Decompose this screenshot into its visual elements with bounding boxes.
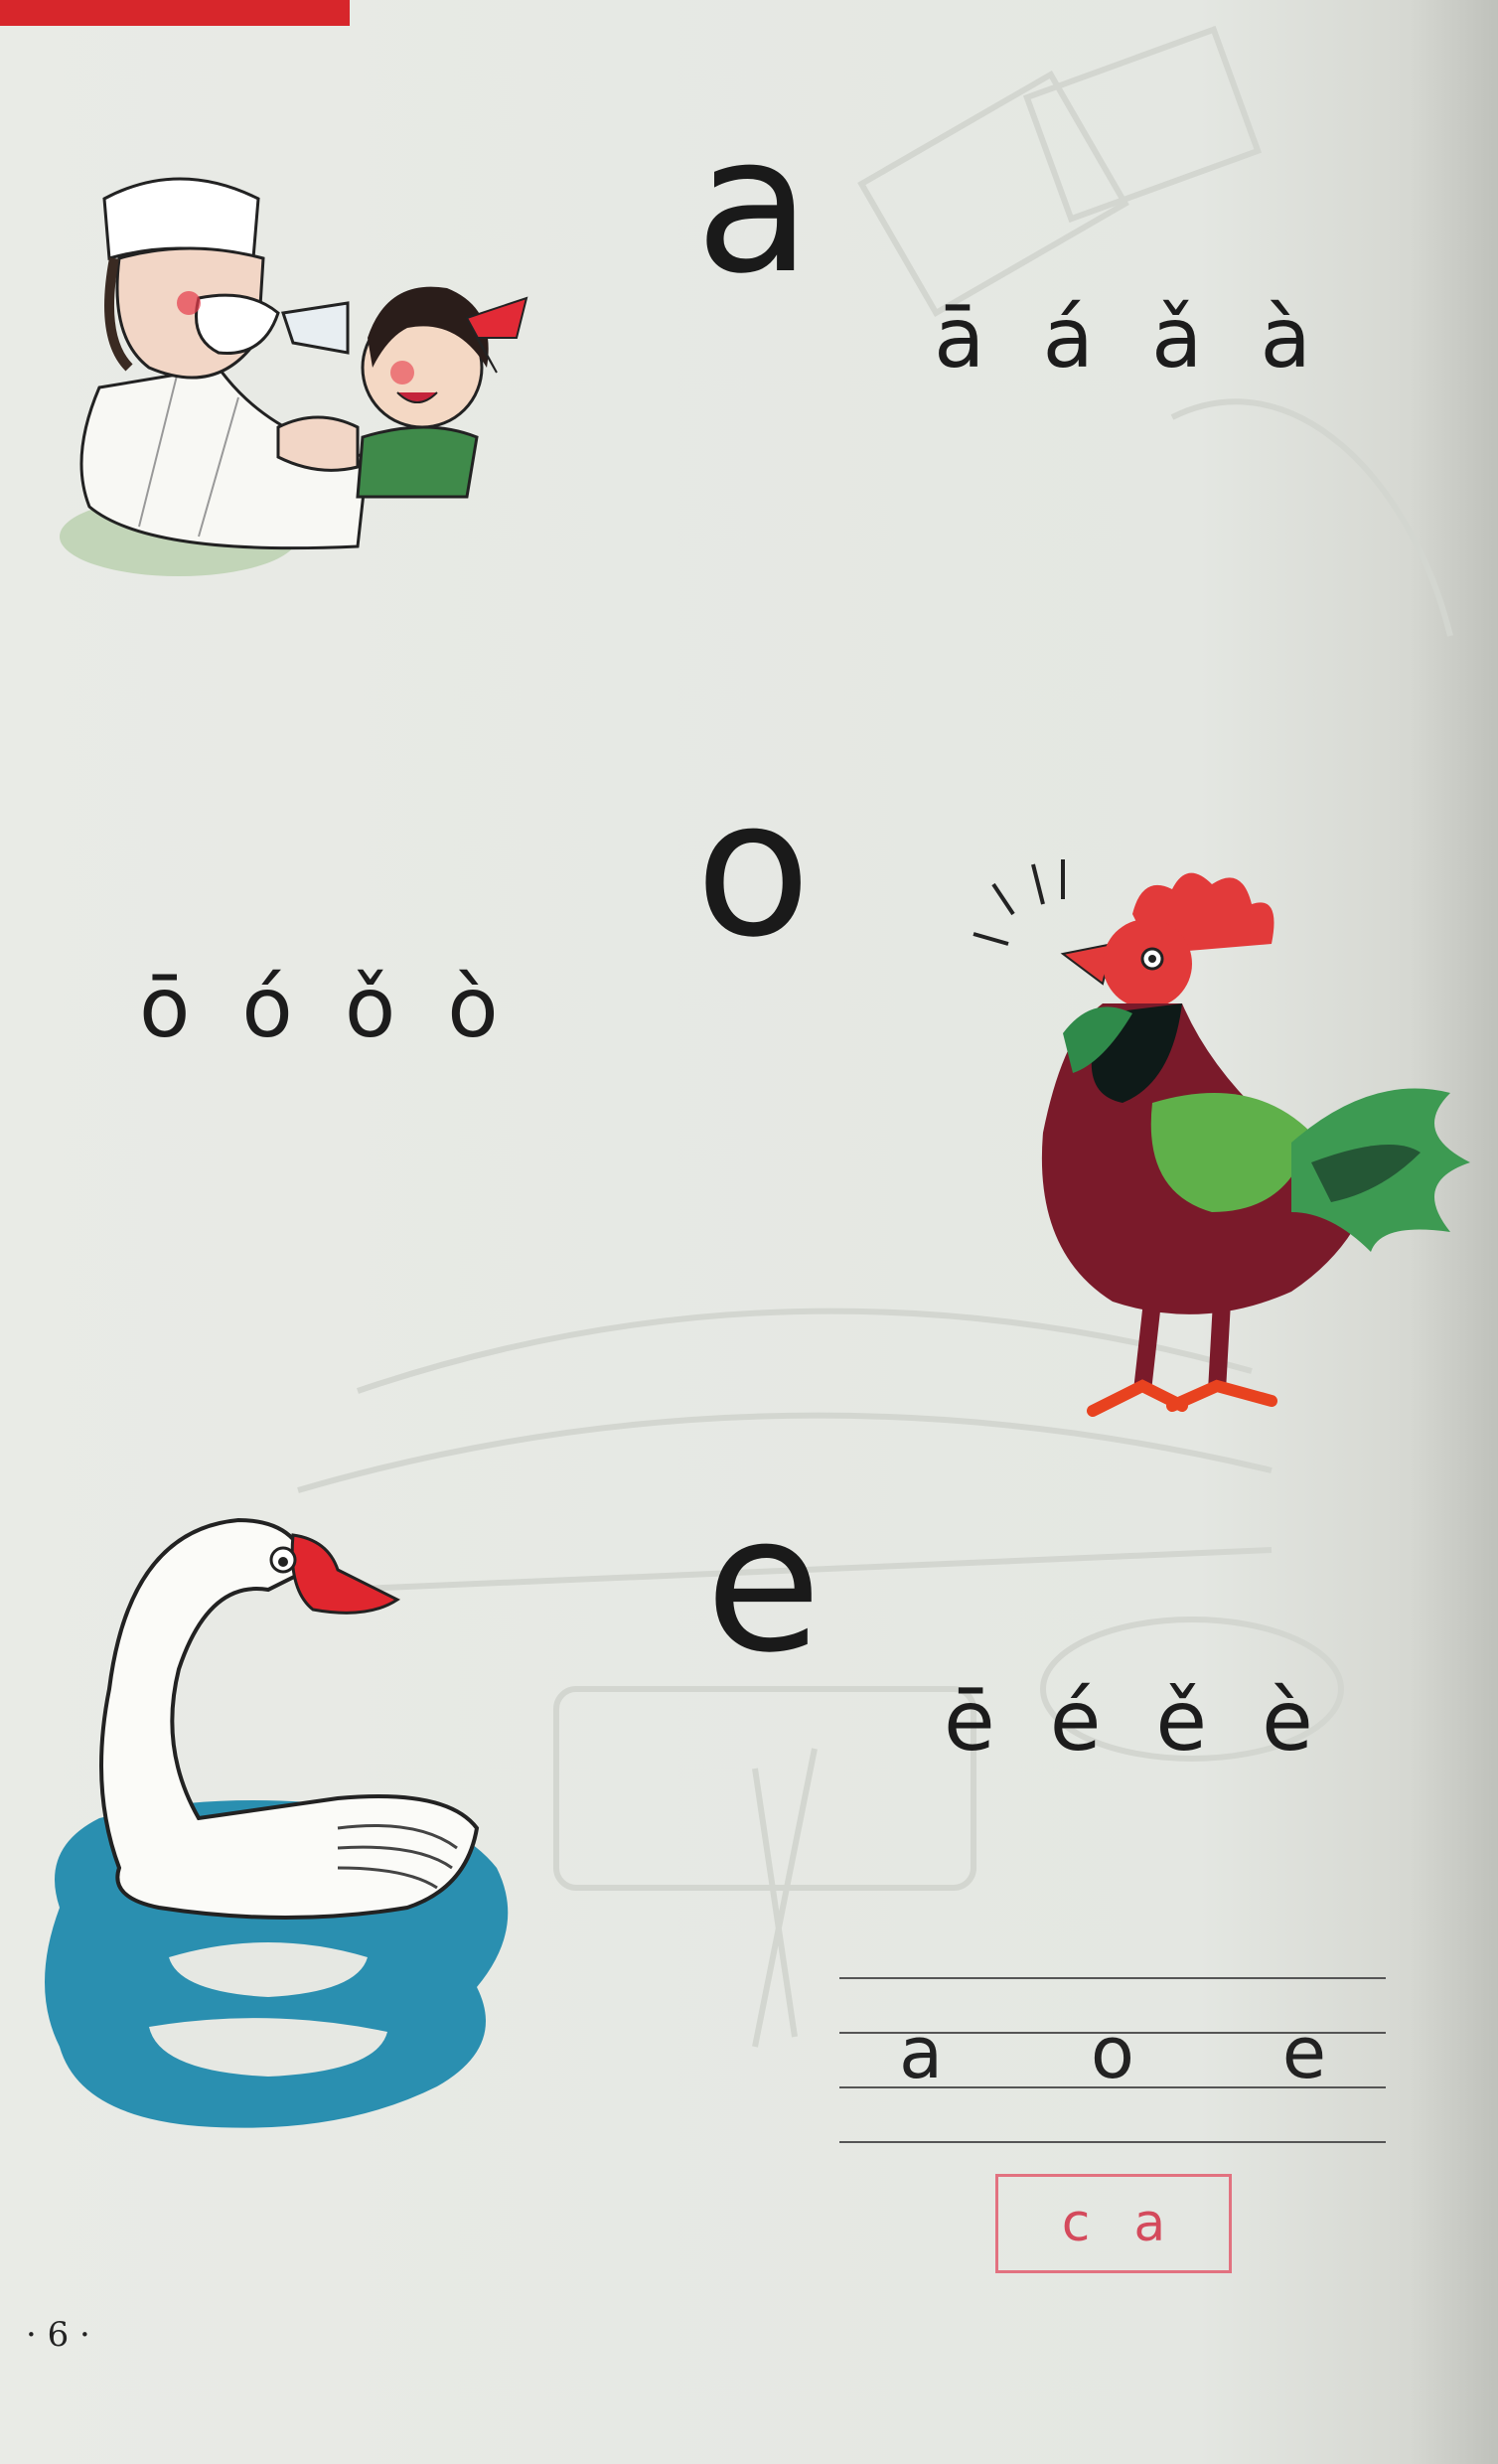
line-letter-o: o bbox=[1090, 2011, 1134, 2094]
page-number: · 6 · bbox=[26, 2315, 90, 2355]
syllable-letter-a: a bbox=[1133, 2194, 1166, 2253]
goose-illustration bbox=[45, 1517, 509, 2128]
lesson-header-tab bbox=[0, 0, 350, 26]
doctor-girl-illustration bbox=[60, 177, 528, 576]
line-letter-e: e bbox=[1281, 2011, 1326, 2094]
tone-o-4: ò bbox=[447, 959, 499, 1056]
rooster-illustration bbox=[973, 859, 1470, 1417]
tone-e-3: ě bbox=[1155, 1672, 1208, 1770]
line-letter-a: a bbox=[899, 2011, 944, 2094]
writing-line bbox=[839, 2141, 1386, 2143]
tone-a-1: ā bbox=[934, 289, 985, 386]
tone-e-1: ē bbox=[944, 1672, 995, 1770]
tone-o-1: ō bbox=[139, 959, 191, 1056]
letter-a: a bbox=[695, 95, 812, 315]
syllable-letter-c: c bbox=[1061, 2194, 1091, 2253]
writing-line-letters: a o e bbox=[839, 2017, 1386, 2088]
tone-o-2: ó bbox=[241, 959, 293, 1056]
syllable-box: c a bbox=[995, 2174, 1232, 2273]
textbook-page: a ā á ǎ à o ō ó ǒ ò e ē é ě è a o e c a … bbox=[0, 0, 1498, 2464]
tone-row-o: ō ó ǒ ò bbox=[139, 966, 499, 1049]
tone-a-4: à bbox=[1260, 289, 1311, 386]
letter-e: e bbox=[705, 1474, 822, 1694]
writing-line bbox=[839, 1977, 1386, 1979]
tone-a-2: á bbox=[1042, 289, 1094, 386]
writing-lines: a o e bbox=[839, 1977, 1386, 2151]
tone-o-3: ǒ bbox=[344, 959, 396, 1056]
tone-a-3: ǎ bbox=[1150, 289, 1203, 386]
tone-e-4: è bbox=[1262, 1672, 1313, 1770]
tone-row-e: ē é ě è bbox=[944, 1679, 1313, 1763]
tone-row-a: ā á ǎ à bbox=[934, 296, 1311, 380]
letter-o: o bbox=[695, 759, 812, 979]
tone-e-2: é bbox=[1049, 1672, 1102, 1770]
